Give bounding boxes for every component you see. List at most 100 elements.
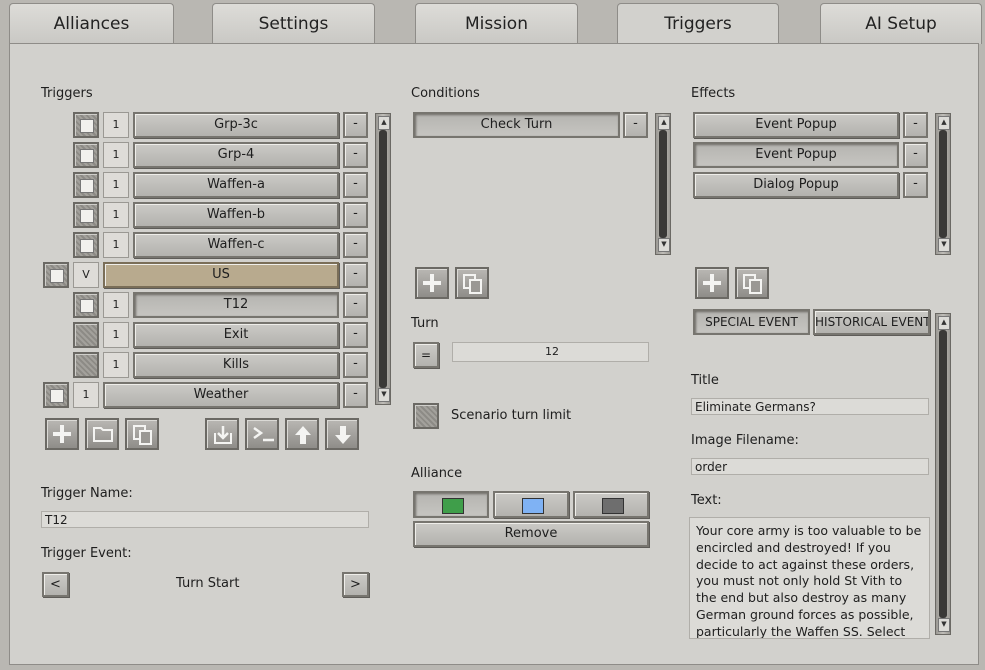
trigger-name-button[interactable]: Kills (133, 352, 339, 378)
image-filename-field[interactable]: order (691, 458, 929, 475)
special-event-button[interactable]: SPECIAL EVENT (693, 309, 810, 335)
tab-triggers[interactable]: Triggers (617, 3, 779, 48)
trigger-repeat-count[interactable]: 1 (103, 352, 129, 378)
trigger-enabled-checkbox[interactable] (73, 232, 99, 258)
trigger-name-button[interactable]: Waffen-a (133, 172, 339, 198)
scroll-down-arrow-icon[interactable]: ▼ (938, 238, 950, 252)
remove-trigger-button[interactable]: - (343, 112, 368, 138)
add-trigger-button[interactable] (45, 418, 79, 450)
trigger-repeat-count[interactable]: 1 (103, 202, 129, 228)
trigger-repeat-count[interactable]: 1 (103, 112, 129, 138)
trigger-repeat-count[interactable]: 1 (103, 142, 129, 168)
trigger-repeat-count[interactable]: 1 (103, 322, 129, 348)
scroll-thumb[interactable] (939, 130, 947, 238)
scroll-thumb[interactable] (659, 130, 667, 238)
remove-trigger-button[interactable]: - (343, 202, 368, 228)
remove-trigger-button[interactable]: - (343, 352, 368, 378)
trigger-name-button[interactable]: Waffen-b (133, 202, 339, 228)
trigger-enabled-checkbox[interactable] (73, 142, 99, 168)
trigger-name-button[interactable]: Weather (103, 382, 339, 408)
trigger-enabled-checkbox[interactable] (43, 262, 69, 288)
copy-trigger-button[interactable] (125, 418, 159, 450)
triggers-heading: Triggers (41, 86, 93, 101)
effects-scrollbar[interactable]: ▲ ▼ (935, 113, 951, 255)
scroll-thumb[interactable] (379, 130, 387, 388)
add-condition-button[interactable] (415, 267, 449, 299)
turn-operator-button[interactable]: = (413, 342, 439, 368)
trigger-event-next-button[interactable]: > (342, 572, 369, 597)
alliance-color-button[interactable] (573, 491, 649, 518)
conditions-scrollbar[interactable]: ▲ ▼ (655, 113, 671, 255)
effect-title-field[interactable]: Eliminate Germans? (691, 398, 929, 415)
remove-trigger-button[interactable]: - (343, 292, 368, 318)
scroll-up-arrow-icon[interactable]: ▲ (938, 116, 950, 130)
trigger-enabled-checkbox[interactable] (73, 172, 99, 198)
trigger-enabled-checkbox[interactable] (43, 382, 69, 408)
trigger-name-button[interactable]: Grp-3c (133, 112, 339, 138)
trigger-enabled-checkbox[interactable] (73, 202, 99, 228)
copy-effect-button[interactable] (735, 267, 769, 299)
tab-ai-setup[interactable]: AI Setup (820, 3, 982, 44)
trigger-repeat-count[interactable]: V (73, 262, 99, 288)
scroll-up-arrow-icon[interactable]: ▲ (378, 116, 390, 130)
script-console-button[interactable] (245, 418, 279, 450)
trigger-enabled-checkbox[interactable] (73, 112, 99, 138)
scroll-thumb[interactable] (939, 330, 947, 618)
trigger-repeat-count[interactable]: 1 (103, 172, 129, 198)
trigger-enabled-checkbox[interactable] (73, 352, 99, 378)
remove-trigger-button[interactable]: - (343, 232, 368, 258)
trigger-enabled-checkbox[interactable] (73, 322, 99, 348)
scroll-up-arrow-icon[interactable]: ▲ (658, 116, 670, 130)
checkbox-mark (50, 269, 64, 283)
alliance-color-button[interactable] (413, 491, 489, 518)
import-trigger-button[interactable] (205, 418, 239, 450)
copy-condition-button[interactable] (455, 267, 489, 299)
trigger-name-field[interactable]: T12 (41, 511, 369, 528)
effect-item[interactable]: Dialog Popup (693, 172, 899, 198)
remove-trigger-button[interactable]: - (343, 322, 368, 348)
scenario-turn-limit-checkbox[interactable] (413, 403, 439, 429)
remove-alliance-button[interactable]: Remove (413, 521, 649, 547)
scroll-up-arrow-icon[interactable]: ▲ (938, 316, 950, 330)
remove-effect-button[interactable]: - (903, 142, 928, 168)
trigger-repeat-count[interactable]: 1 (73, 382, 99, 408)
trigger-event-prev-button[interactable]: < (42, 572, 69, 597)
remove-trigger-button[interactable]: - (343, 172, 368, 198)
checkbox-mark (50, 389, 64, 403)
trigger-repeat-count[interactable]: 1 (103, 232, 129, 258)
effect-details-scrollbar[interactable]: ▲ ▼ (935, 313, 951, 635)
trigger-enabled-checkbox[interactable] (73, 292, 99, 318)
alliance-color-button[interactable] (493, 491, 569, 518)
open-folder-button[interactable] (85, 418, 119, 450)
turn-value-field[interactable]: 12 (452, 342, 649, 362)
move-down-button[interactable] (325, 418, 359, 450)
effects-heading: Effects (691, 86, 736, 101)
trigger-name-button[interactable]: Exit (133, 322, 339, 348)
add-effect-button[interactable] (695, 267, 729, 299)
trigger-name-button[interactable]: T12 (133, 292, 339, 318)
scroll-down-arrow-icon[interactable]: ▼ (378, 388, 390, 402)
trigger-name-button[interactable]: Grp-4 (133, 142, 339, 168)
remove-trigger-button[interactable]: - (343, 142, 368, 168)
trigger-name-button[interactable]: Waffen-c (133, 232, 339, 258)
effect-item[interactable]: Event Popup (693, 142, 899, 168)
historical-event-button[interactable]: HISTORICAL EVENT (813, 309, 930, 335)
effect-item[interactable]: Event Popup (693, 112, 899, 138)
tab-alliances[interactable]: Alliances (9, 3, 174, 44)
tab-mission[interactable]: Mission (415, 3, 578, 44)
remove-condition-button[interactable]: - (623, 112, 648, 138)
trigger-list-scrollbar[interactable]: ▲ ▼ (375, 113, 391, 405)
remove-effect-button[interactable]: - (903, 112, 928, 138)
move-up-button[interactable] (285, 418, 319, 450)
trigger-repeat-count[interactable]: 1 (103, 292, 129, 318)
effect-text-area[interactable]: Your core army is too valuable to be enc… (689, 517, 930, 639)
remove-trigger-button[interactable]: - (343, 382, 368, 408)
condition-item[interactable]: Check Turn (413, 112, 620, 138)
remove-trigger-button[interactable]: - (343, 262, 368, 288)
scroll-down-arrow-icon[interactable]: ▼ (938, 618, 950, 632)
trigger-name-button[interactable]: US (103, 262, 339, 288)
alliance-color-swatch (442, 498, 464, 514)
tab-settings[interactable]: Settings (212, 3, 375, 44)
scroll-down-arrow-icon[interactable]: ▼ (658, 238, 670, 252)
remove-effect-button[interactable]: - (903, 172, 928, 198)
